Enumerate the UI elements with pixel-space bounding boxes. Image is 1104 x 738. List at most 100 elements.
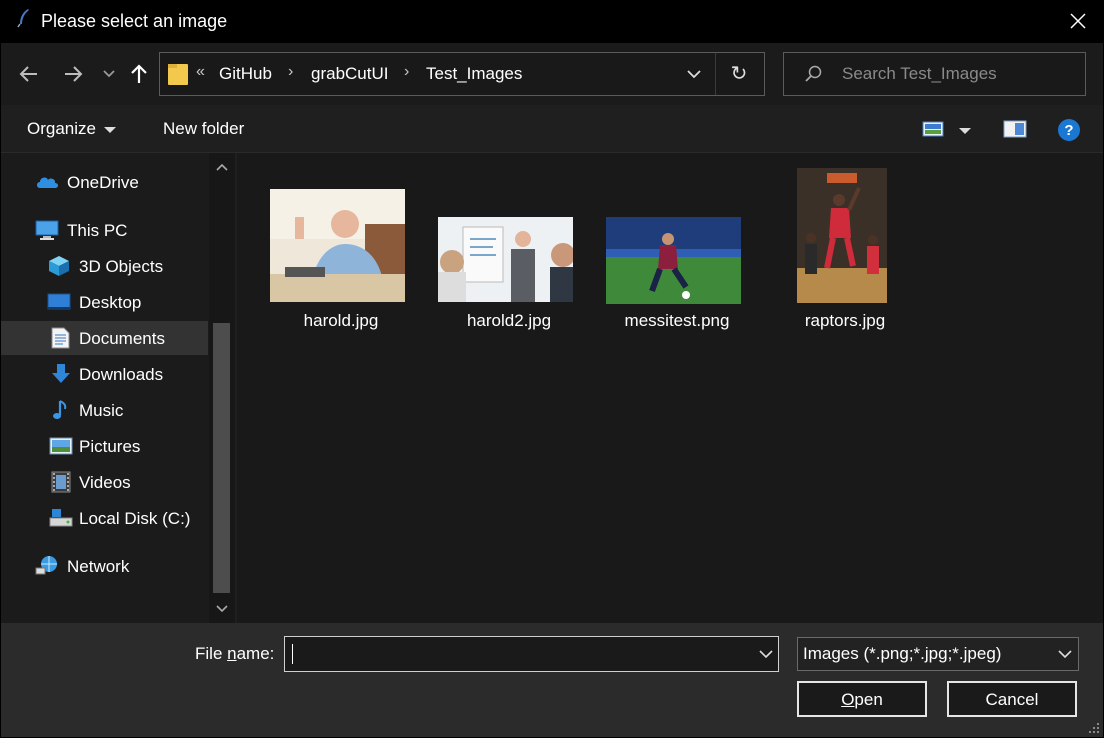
sidebar-item-label: Local Disk (C:) [79,509,191,528]
document-icon [51,327,70,349]
chevron-down-icon [687,70,701,79]
sidebar-item-label: Documents [79,329,165,348]
image-thumbnail [797,168,887,303]
title-bar: Please select an image [0,0,1104,43]
search-icon [805,65,822,82]
scrollbar-thumb[interactable] [213,323,230,593]
image-thumbnail [438,217,573,302]
breadcrumb-test-images[interactable]: Test_Images [426,64,522,84]
desktop-icon [47,293,71,310]
sidebar-item-music[interactable]: Music [1,393,208,427]
open-button[interactable]: Open [797,681,927,717]
chevron-down-icon[interactable] [759,648,773,660]
arrow-up-icon[interactable] [127,62,151,86]
scroll-up-icon[interactable] [215,161,229,175]
computer-icon [35,220,59,240]
file-name: harold.jpg [303,311,379,330]
folder-icon [168,64,188,85]
chevron-down-icon[interactable] [102,67,116,81]
download-icon [52,364,70,383]
network-icon [35,556,57,575]
sidebar-item-this-pc[interactable]: This PC [1,213,208,247]
sidebar-item-local-disk[interactable]: Local Disk (C:) [1,501,208,535]
arrow-left-icon[interactable] [17,62,41,86]
organize-button[interactable]: Organize [27,119,116,139]
command-bar: Organize New folder ? [1,105,1103,153]
video-icon [51,471,71,493]
file-type-value: Images (*.png;*.jpg;*.jpeg) [803,644,1002,663]
search-box[interactable] [783,52,1086,96]
pictures-icon [49,437,73,455]
image-thumbnail [270,189,405,302]
open-accesskey: O [841,690,855,709]
chevron-down-icon [1058,650,1072,659]
navigation-pane: OneDrive This PC 3D Objects Desktop Docu… [1,153,235,623]
caret-down-icon[interactable] [958,127,972,135]
filename-combobox[interactable] [284,636,779,672]
navigation-bar: « GitHub › grabCutUI › Test_Images ↻ [1,43,1103,105]
sidebar-item-label: OneDrive [67,173,139,192]
filename-label-accesskey: n [227,644,237,663]
sidebar-item-onedrive[interactable]: OneDrive [1,165,208,199]
sidebar-item-label: This PC [67,221,128,240]
file-name: harold2.jpg [466,311,552,330]
search-input[interactable] [842,63,1072,85]
sidebar-item-label: 3D Objects [79,257,164,276]
refresh-icon[interactable]: ↻ [726,63,752,85]
filename-label-part: ame: [236,644,275,663]
view-icon[interactable] [922,121,944,137]
file-list: harold.jpg harold2.jpg messitest.png rap… [237,153,1103,623]
sidebar-item-network[interactable]: Network [1,549,208,583]
breadcrumb-separator: › [288,63,294,80]
scroll-down-icon[interactable] [215,601,229,615]
window-title: Please select an image [41,11,228,31]
music-icon [53,400,67,419]
text-cursor [292,644,293,664]
filename-field[interactable] [291,643,731,665]
help-icon[interactable]: ? [1057,118,1081,142]
new-folder-button[interactable]: New folder [163,119,244,139]
organize-label: Organize [27,119,96,138]
divider [715,53,716,95]
close-icon [1070,13,1086,29]
sidebar-item-label: Desktop [79,293,142,312]
sidebar-item-label: Downloads [79,365,164,384]
sidebar-item-desktop[interactable]: Desktop [1,285,208,319]
breadcrumb-github[interactable]: GitHub [219,64,272,84]
sidebar-item-3d-objects[interactable]: 3D Objects [1,249,208,283]
help-glyph: ? [1064,122,1073,139]
sidebar-item-label: Network [67,557,130,576]
sidebar-item-label: Pictures [79,437,141,456]
dialog-body: « GitHub › grabCutUI › Test_Images ↻ O [1,43,1103,737]
filename-label-part: File [195,644,228,663]
file-name: messitest.png [624,311,730,330]
breadcrumb-separator: › [404,63,410,80]
cloud-icon [37,177,58,188]
close-button[interactable] [1052,0,1104,43]
cancel-button[interactable]: Cancel [947,681,1077,717]
cube-icon [49,256,69,276]
address-bar[interactable]: « GitHub › grabCutUI › Test_Images ↻ [159,52,765,96]
dialog-footer: File name: Images (*.png;*.jpg;*.jpeg) O… [1,623,1103,737]
sidebar-scrollbar[interactable] [209,153,235,623]
caret-down-icon [103,126,116,133]
open-label: pen [854,690,883,709]
file-name: raptors.jpg [804,311,886,330]
feather-icon [17,9,29,28]
file-type-select[interactable]: Images (*.png;*.jpg;*.jpeg) [797,637,1079,671]
drive-icon [49,509,73,527]
arrow-right-icon[interactable] [61,62,85,86]
sidebar-item-videos[interactable]: Videos [1,465,208,499]
sidebar-item-pictures[interactable]: Pictures [1,429,208,463]
image-thumbnail [606,217,741,304]
filename-label: File name: [195,644,274,664]
sidebar-item-label: Music [79,401,124,420]
breadcrumb-overflow[interactable]: « [196,63,205,81]
sidebar-item-documents[interactable]: Documents [1,321,208,355]
sidebar-item-label: Videos [79,473,131,492]
preview-pane-icon[interactable] [1003,120,1027,138]
breadcrumb-grabcutui[interactable]: grabCutUI [311,64,388,84]
sidebar-item-downloads[interactable]: Downloads [1,357,208,391]
address-dropdown-button[interactable] [678,53,710,95]
resize-grip-icon[interactable] [1088,722,1100,734]
